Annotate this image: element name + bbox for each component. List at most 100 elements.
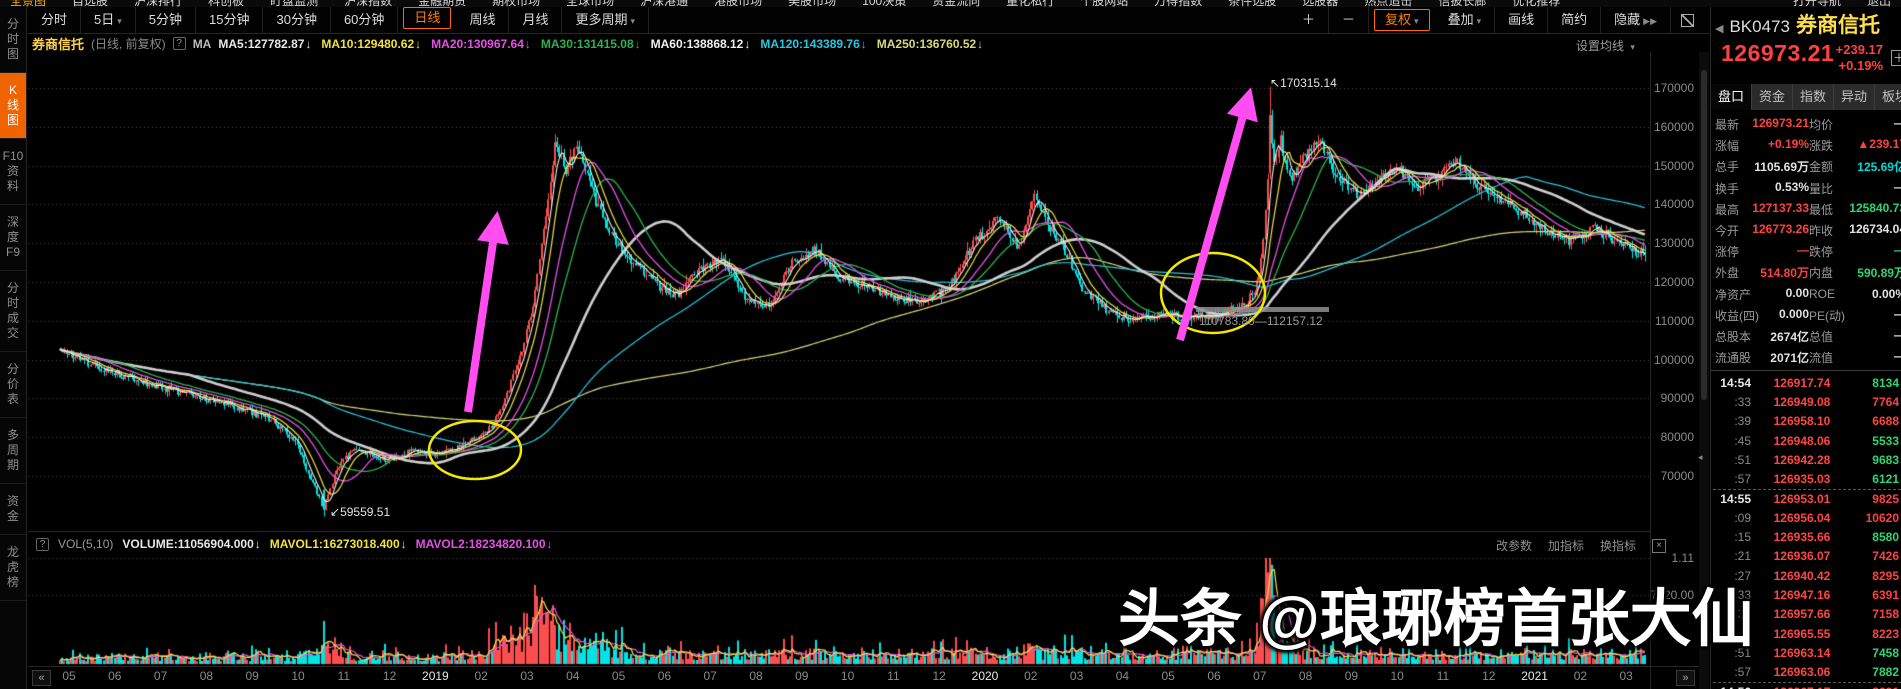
scroll-left-button[interactable]: « — [32, 670, 51, 686]
chart-tool-button[interactable]: － — [1329, 7, 1370, 33]
sidebar-item[interactable]: 深度 F9 — [0, 205, 26, 271]
chart-tool-button[interactable]: 隐藏 ▶▶ — [1601, 7, 1671, 33]
tick-time: :57 — [1734, 472, 1751, 487]
quote-label: 外盘 — [1715, 266, 1740, 281]
sidebar-item-line: 价 — [6, 377, 19, 391]
sidebar-item[interactable]: 分时图 — [0, 7, 26, 73]
ma-settings-button[interactable]: 设置均线 ▾ — [1576, 37, 1635, 54]
tick-time: :21 — [1734, 549, 1751, 564]
top-menu-item[interactable]: 全球市场 — [566, 0, 614, 7]
chart-tool-button[interactable]: 画线 — [1495, 7, 1549, 33]
tab-指数[interactable]: 指数 — [1793, 84, 1834, 110]
top-menu-item[interactable]: 全景图 — [10, 0, 46, 7]
indicator-button[interactable]: 加指标 — [1548, 537, 1584, 554]
quote-cell: 外盘 514.80万 — [1715, 264, 1809, 281]
top-menu-item[interactable]: 自选股 — [72, 0, 108, 7]
add-to-watchlist-button[interactable]: ＋ — [1891, 50, 1901, 66]
tab-板块[interactable]: 板块 — [1875, 84, 1901, 110]
tick-price: 126935.66 — [1773, 530, 1831, 545]
period-button[interactable]: 更多周期 ▾ — [562, 7, 650, 33]
sidebar-item[interactable]: 资金 — [0, 484, 26, 535]
indicator-button[interactable]: 换指标 — [1600, 537, 1636, 554]
tick-row: :21 126936.07 7426 — [1713, 547, 1901, 566]
quote-detail-grid: 最新 126973.21均价 — 涨幅 +0.19%涨跌 ▲239.17 总手 1105.69… — [1715, 114, 1901, 368]
chart-tool-button[interactable]: 简约 — [1548, 7, 1602, 33]
top-menu-item[interactable]: 期权市场 — [492, 0, 540, 7]
top-menu-item[interactable]: 沪深排行 — [134, 0, 182, 7]
sidebar-item[interactable]: F10 资料 — [0, 139, 26, 205]
sidebar-item-line: 成 — [6, 311, 19, 325]
scroll-right-button[interactable]: » — [1676, 670, 1695, 686]
tab-盘口[interactable]: 盘口 — [1711, 84, 1752, 110]
chart-tool-button[interactable]: 叠加 ▾ — [1435, 7, 1496, 33]
period-button[interactable]: 60分钟 — [331, 7, 399, 33]
period-button[interactable]: 分时 — [28, 7, 82, 33]
chevron-down-icon: ▾ — [630, 16, 636, 26]
top-menu-item[interactable]: 沪深指数 — [344, 0, 392, 7]
period-button-label: 日线 — [414, 10, 441, 25]
tab-资金[interactable]: 资金 — [1752, 84, 1793, 110]
sidebar-item-line: 榜 — [6, 575, 19, 589]
close-icon[interactable]: × — [1652, 538, 1667, 553]
quote-cell: 换手 0.53% — [1715, 180, 1809, 197]
month-axis-label: 06 — [108, 669, 122, 683]
period-button[interactable]: 日线 — [403, 7, 452, 29]
tick-row: :33 126947.16 6391 — [1713, 585, 1901, 604]
top-menu-item[interactable]: 个股网站 — [1080, 0, 1128, 7]
period-button[interactable]: 15分钟 — [196, 7, 264, 33]
back-icon[interactable]: ◀ — [1715, 22, 1723, 35]
sidebar-item[interactable]: 多周期 — [0, 418, 26, 484]
quote-cell: 今开 126773.26 — [1715, 222, 1809, 239]
quote-label: 均价 — [1809, 118, 1834, 133]
top-menu-item[interactable]: 港股市场 — [714, 0, 762, 7]
help-icon[interactable]: ? — [36, 537, 49, 551]
top-menu-item[interactable]: 退出 — [1867, 0, 1891, 7]
top-menu-item[interactable]: 科创板 — [208, 0, 244, 7]
sidebar-item-line: 龙 — [6, 545, 19, 559]
top-menu-item[interactable]: 选股器 — [1302, 0, 1338, 7]
sidebar-item[interactable]: 龙虎榜 — [0, 535, 26, 601]
sidebar-item[interactable]: 分价表 — [0, 352, 26, 418]
top-menu-item[interactable]: 美股市场 — [788, 0, 836, 7]
top-menu-item[interactable]: 量化私行 — [1006, 0, 1054, 7]
period-button[interactable]: 30分钟 — [263, 7, 331, 33]
top-menu-item[interactable]: 100决策 — [862, 0, 906, 7]
period-button[interactable]: 5日 ▾ — [81, 7, 136, 33]
chevron-down-icon: ▾ — [117, 16, 122, 26]
tick-trade-list[interactable]: 14:54 126917.74 8134:33 126949.08 7764:39 126… — [1713, 373, 1901, 689]
top-menu-item[interactable]: 万得指数 — [1154, 0, 1202, 7]
month-axis-label: 07 — [1253, 669, 1267, 683]
top-menu-item[interactable]: 信披长廊 — [1438, 0, 1486, 7]
sidebar-item[interactable]: 分时成交 — [0, 271, 26, 352]
tick-row: :09 126956.04 10620 — [1713, 508, 1901, 527]
fullscreen-icon[interactable] — [1681, 13, 1694, 27]
tick-price: 126956.04 — [1773, 510, 1831, 525]
scrollbar-handle[interactable] — [1701, 70, 1707, 400]
chart-tool-button[interactable]: 复权 ▾ — [1374, 9, 1430, 31]
sidebar-item[interactable]: K线图 — [0, 73, 26, 139]
quote-value: 126973.21 — [1752, 116, 1809, 131]
period-button[interactable]: 周线 — [456, 7, 510, 33]
kline-chart-canvas[interactable] — [28, 52, 1650, 666]
sidebar-item-line: F10 — [2, 149, 24, 163]
chart-tool-button[interactable]: ＋ — [1289, 7, 1329, 33]
help-icon[interactable]: ? — [172, 37, 186, 50]
top-menu-item[interactable]: 金融期货 — [418, 0, 466, 7]
top-menu-item[interactable]: 条件选股 — [1228, 0, 1276, 7]
panel-scrollbar[interactable] — [1699, 52, 1709, 689]
arrow-down-icon: ↓ — [305, 36, 312, 51]
collapse-panel-icon[interactable]: ◂ — [1698, 452, 1703, 463]
tick-row: :39 126957.66 7158 — [1713, 605, 1901, 624]
ma-value-text: MA250:136760.52 — [876, 36, 977, 51]
period-button[interactable]: 月线 — [509, 7, 563, 33]
top-menu-item[interactable]: 优化推荐 — [1512, 0, 1560, 7]
top-menu-item[interactable]: 资金流向 — [932, 0, 980, 7]
top-menu-item[interactable]: 沪深港通 — [640, 0, 688, 7]
top-menu-item[interactable]: 热点追击 — [1364, 0, 1412, 7]
price-axis-label: 80000 — [1660, 430, 1694, 445]
tab-异动[interactable]: 异动 — [1834, 84, 1875, 110]
indicator-button[interactable]: 改参数 — [1496, 537, 1532, 554]
top-menu-item[interactable]: 打开导航 — [1793, 0, 1841, 7]
period-button[interactable]: 5分钟 — [136, 7, 197, 33]
top-menu-item[interactable]: 盯盘监测 — [270, 0, 318, 7]
